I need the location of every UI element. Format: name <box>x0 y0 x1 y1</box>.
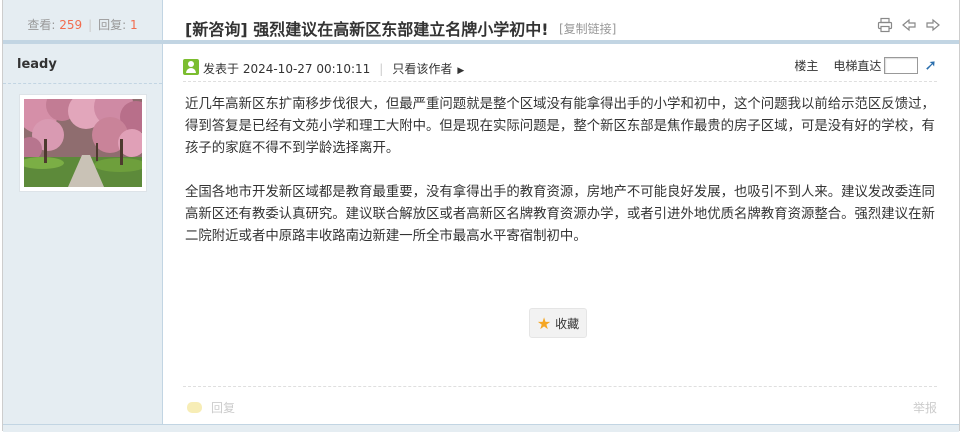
post-content: 近几年高新区东扩南移步伐很大，但最严重问题就是整个区域没有能拿得出手的小学和初中… <box>185 94 943 270</box>
thread-title: [新咨询] 强烈建议在高新区东部建立名牌小学初中! <box>185 20 549 39</box>
views-label: 查看: <box>27 18 56 32</box>
floor-controls: 楼主 电梯直达 ➚ <box>794 56 937 74</box>
post-meta-bar: 发表于 2024-10-27 00:10:11 | 只看该作者 ▶ 楼主 电梯直达 ➚ <box>183 44 937 82</box>
author-only-link[interactable]: 只看该作者 <box>392 62 452 76</box>
favorite-button[interactable]: ★ 收藏 <box>529 308 587 338</box>
reply-icon <box>187 402 202 413</box>
star-icon: ★ <box>536 313 552 333</box>
thread-stats: 查看: 259 | 回复: 1 <box>3 0 162 44</box>
elevator-go-icon[interactable]: ➚ <box>924 56 937 74</box>
replies-label: 回复: <box>98 18 127 32</box>
online-user-icon <box>183 59 199 75</box>
author-name[interactable]: leady <box>3 44 162 84</box>
stats-divider: | <box>88 18 93 32</box>
elevator-input[interactable] <box>884 56 919 74</box>
meta-divider: | <box>379 62 384 76</box>
avatar[interactable] <box>19 94 147 192</box>
copy-link[interactable]: [复制链接] <box>559 20 616 37</box>
report-link[interactable]: 举报 <box>913 399 937 416</box>
avatar-image <box>24 99 142 187</box>
title-toolbar <box>877 17 941 33</box>
forum-post: 查看: 259 | 回复: 1 leady [新咨询] 强烈建议在高新区东部建立… <box>2 0 960 432</box>
favorite-label: 收藏 <box>555 316 580 331</box>
post-paragraph: 近几年高新区东扩南移步伐很大，但最严重问题就是整个区域没有能拿得出手的小学和初中… <box>185 97 935 156</box>
elevator-label: 电梯直达 <box>833 58 882 73</box>
views-count: 259 <box>59 18 83 32</box>
thread-title-bar: [新咨询] 强烈建议在高新区东部建立名牌小学初中! [复制链接] <box>163 0 959 44</box>
post-date: 发表于 2024-10-27 00:10:11 <box>203 62 371 76</box>
post-meta: 发表于 2024-10-27 00:10:11 | 只看该作者 ▶ <box>203 60 464 77</box>
post-footer: 回复 举报 <box>183 386 937 423</box>
prev-thread-icon[interactable] <box>901 17 917 33</box>
next-thread-icon[interactable] <box>925 17 941 33</box>
reply-button[interactable]: 回复 <box>187 399 235 416</box>
replies-count: 1 <box>130 18 138 32</box>
post-paragraph: 全国各地市开发新区域都是教育最重要，没有拿得出手的教育资源，房地产不可能良好发展… <box>185 185 935 244</box>
post-main: [新咨询] 强烈建议在高新区东部建立名牌小学初中! [复制链接] 发表于 202… <box>163 0 959 431</box>
print-icon[interactable] <box>877 17 893 33</box>
reply-label: 回复 <box>211 401 236 415</box>
author-column: 查看: 259 | 回复: 1 leady <box>3 0 163 431</box>
triangle-right-icon: ▶ <box>457 66 465 76</box>
floor-label: 楼主 <box>794 58 819 73</box>
